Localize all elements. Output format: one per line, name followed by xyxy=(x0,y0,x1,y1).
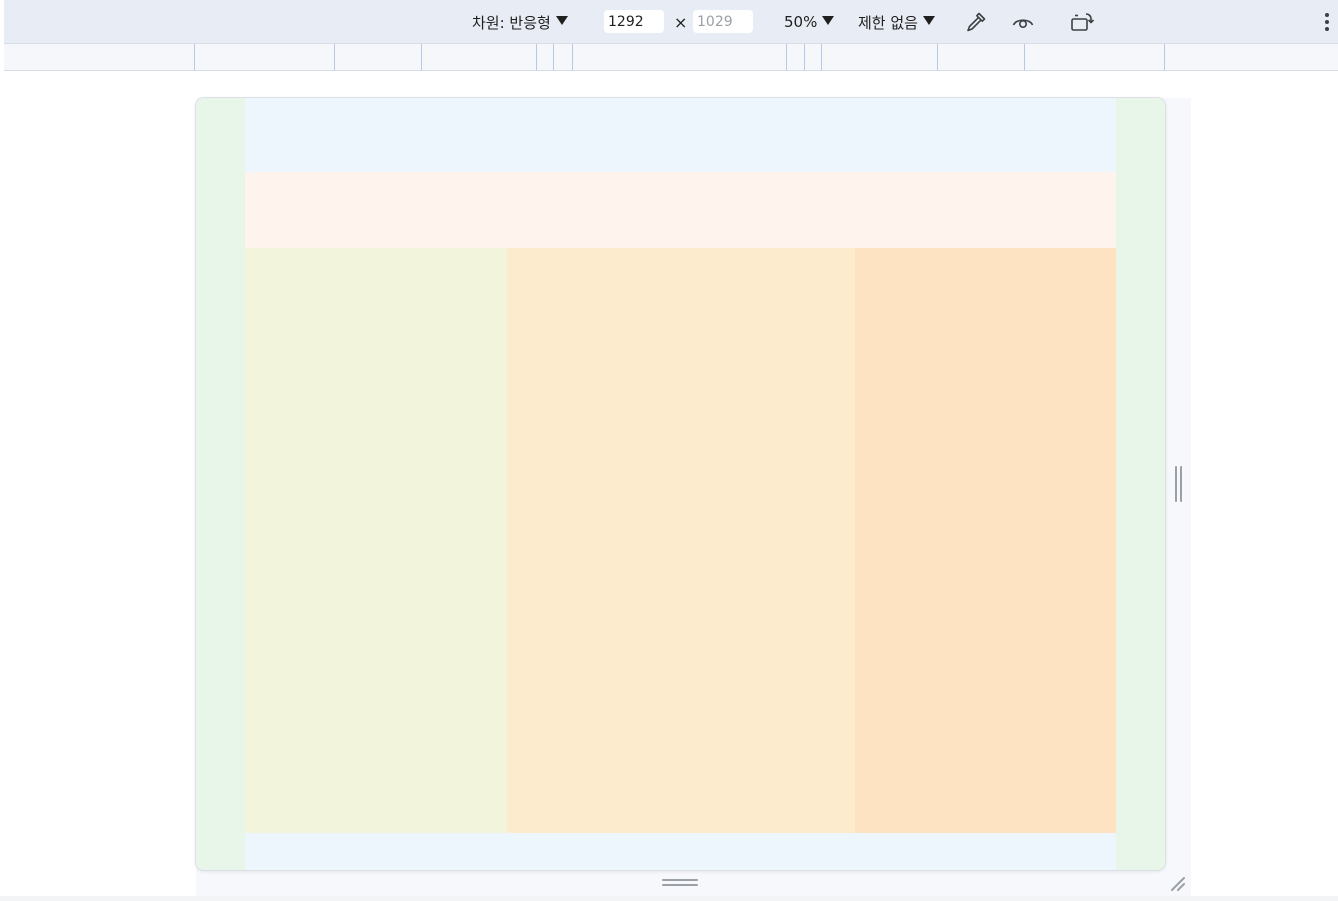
width-input[interactable] xyxy=(604,10,664,33)
right-column-block xyxy=(855,248,1116,833)
ruler-mark[interactable] xyxy=(536,44,537,70)
caret-down-icon xyxy=(922,15,935,25)
eyedropper-icon xyxy=(967,12,986,32)
resize-handle-right[interactable] xyxy=(1172,466,1184,502)
eye-button[interactable] xyxy=(1009,8,1037,36)
ruler-mark[interactable] xyxy=(553,44,554,70)
grip-line xyxy=(1174,466,1177,502)
resize-handle-corner[interactable] xyxy=(1168,874,1188,894)
grip-line xyxy=(662,884,698,886)
ruler-mark[interactable] xyxy=(1164,44,1165,70)
ruler-mark[interactable] xyxy=(1024,44,1025,70)
right-margin-block xyxy=(1116,98,1165,870)
media-query-ruler xyxy=(4,44,1338,71)
grip-line xyxy=(662,879,698,881)
dimensions-dropdown[interactable]: 차원: 반응형 xyxy=(472,0,568,44)
zoom-label: 50% xyxy=(784,13,818,31)
eyedropper-button[interactable] xyxy=(962,8,990,36)
resize-handle-bottom[interactable] xyxy=(662,879,698,889)
page-banner-block xyxy=(245,172,1116,248)
ruler-mark[interactable] xyxy=(804,44,805,70)
ruler-mark[interactable] xyxy=(572,44,573,70)
caret-down-icon xyxy=(822,15,835,25)
ruler-mark[interactable] xyxy=(334,44,335,70)
dimensions-label: 차원: 반응형 xyxy=(472,13,551,32)
device-frame xyxy=(196,98,1165,870)
resize-corner-icon xyxy=(1171,877,1185,891)
throttle-dropdown[interactable]: 제한 없음 xyxy=(858,0,935,44)
bottom-strip xyxy=(0,896,1338,901)
ruler-mark[interactable] xyxy=(786,44,787,70)
page-header-block xyxy=(245,98,1116,172)
zoom-dropdown[interactable]: 50% xyxy=(784,0,835,44)
ruler-mark[interactable] xyxy=(194,44,195,70)
ruler-mark[interactable] xyxy=(821,44,822,70)
left-column-block xyxy=(245,248,507,833)
rotate-button[interactable] xyxy=(1068,8,1096,36)
more-vert-icon xyxy=(1325,13,1329,31)
ruler-mark[interactable] xyxy=(421,44,422,70)
rotate-icon xyxy=(1071,13,1095,31)
more-options-button[interactable] xyxy=(1313,8,1338,36)
times-sign: × xyxy=(674,12,688,32)
throttle-label: 제한 없음 xyxy=(858,13,918,32)
device-toolbar: 차원: 반응형 × 50% 제한 없음 xyxy=(4,0,1338,44)
ruler-mark[interactable] xyxy=(937,44,938,70)
grip-line xyxy=(1179,466,1182,502)
left-margin-block xyxy=(196,98,245,870)
middle-column-block xyxy=(507,248,855,833)
caret-down-icon xyxy=(555,15,568,25)
eye-icon xyxy=(1012,19,1034,29)
page-footer-block xyxy=(245,833,1116,870)
height-input[interactable] xyxy=(693,10,753,33)
